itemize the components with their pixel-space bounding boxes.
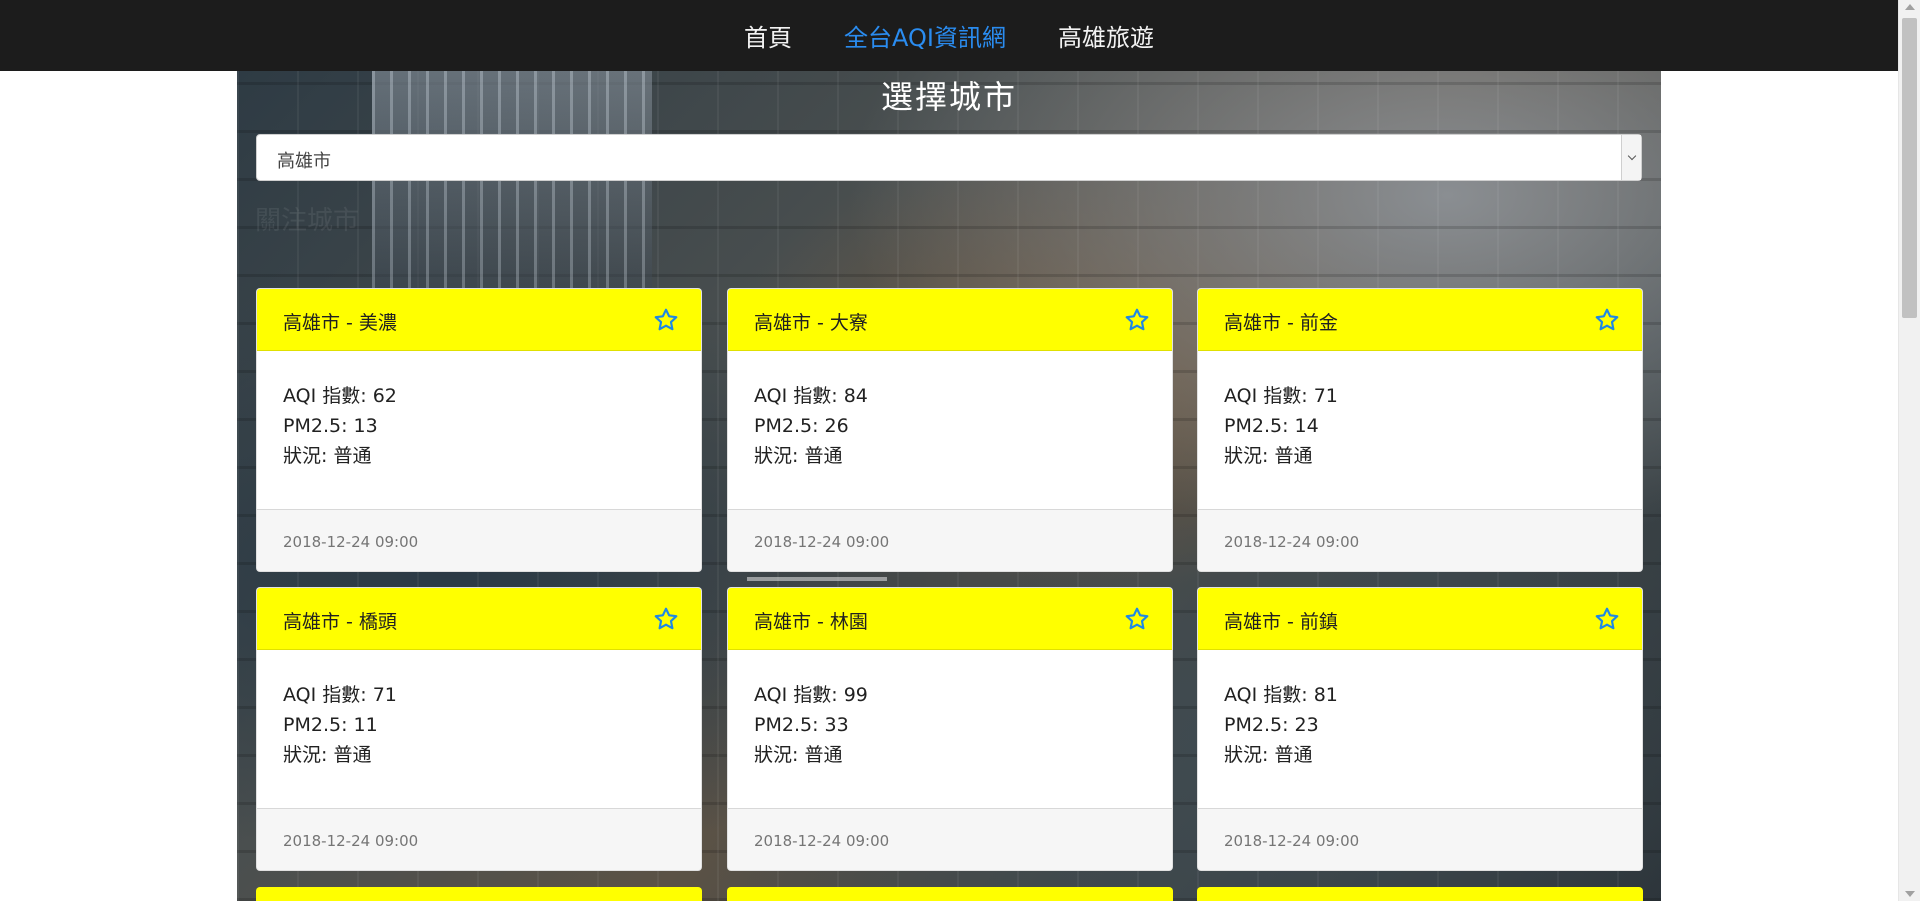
card-body: AQI 指數: 62 PM2.5: 13 狀況: 普通 (257, 351, 701, 511)
top-navbar: 首頁 全台AQI資訊網 高雄旅遊 (0, 0, 1898, 71)
star-outline-icon[interactable] (1594, 307, 1620, 333)
card-title: 高雄市 - 前鎮 (1224, 611, 1338, 633)
scroll-thumb[interactable] (1902, 18, 1917, 318)
station-card: 高雄市 - 前鎮 AQI 指數: 81 PM2.5: 23 狀況: 普通 201… (1197, 587, 1643, 871)
station-card: 高雄市 - 橋頭 AQI 指數: 71 PM2.5: 11 狀況: 普通 201… (256, 587, 702, 871)
station-card: 高雄市 - 林園 AQI 指數: 99 PM2.5: 33 狀況: 普通 201… (727, 587, 1173, 871)
card-header: 高雄市 - 前鎮 (1198, 588, 1642, 650)
card-body: AQI 指數: 71 PM2.5: 14 狀況: 普通 (1198, 351, 1642, 511)
card-title: 高雄市 - 橋頭 (283, 611, 397, 633)
station-card: 高雄市 - 美濃 AQI 指數: 62 PM2.5: 13 狀況: 普通 201… (256, 288, 702, 572)
chevron-down-icon (1627, 151, 1636, 161)
card-body: AQI 指數: 81 PM2.5: 23 狀況: 普通 (1198, 650, 1642, 810)
station-card-peek (256, 887, 702, 901)
pm25-value: PM2.5: 23 (1224, 714, 1319, 736)
scroll-up-arrow-icon[interactable] (1905, 4, 1915, 10)
aqi-value: AQI 指數: 84 (754, 385, 868, 407)
card-header: 高雄市 - 大寮 (728, 289, 1172, 351)
card-timestamp: 2018-12-24 09:00 (283, 533, 419, 551)
card-body: AQI 指數: 84 PM2.5: 26 狀況: 普通 (728, 351, 1172, 511)
scroll-down-arrow-icon[interactable] (1905, 891, 1915, 897)
nav-home-link[interactable]: 首頁 (744, 18, 792, 53)
aqi-value: AQI 指數: 71 (283, 684, 397, 706)
status-value: 狀況: 普通 (754, 744, 843, 766)
station-card-peek (1197, 887, 1643, 901)
card-title: 高雄市 - 前金 (1224, 312, 1338, 334)
card-timestamp: 2018-12-24 09:00 (1224, 832, 1360, 850)
card-timestamp: 2018-12-24 09:00 (754, 832, 890, 850)
page-title: 選擇城市 (880, 78, 1017, 116)
ghost-section-label: 關注城市 (255, 206, 360, 236)
card-body: AQI 指數: 71 PM2.5: 11 狀況: 普通 (257, 650, 701, 810)
select-dropdown-button[interactable] (1621, 135, 1641, 180)
station-card: 高雄市 - 大寮 AQI 指數: 84 PM2.5: 26 狀況: 普通 201… (727, 288, 1173, 572)
station-card: 高雄市 - 前金 AQI 指數: 71 PM2.5: 14 狀況: 普通 201… (1197, 288, 1643, 572)
card-header: 高雄市 - 前金 (1198, 289, 1642, 351)
star-outline-icon[interactable] (1124, 307, 1150, 333)
star-outline-icon[interactable] (1594, 606, 1620, 632)
page-scrollbar[interactable] (1898, 0, 1920, 901)
card-timestamp: 2018-12-24 09:00 (283, 832, 419, 850)
aqi-value: AQI 指數: 99 (754, 684, 868, 706)
card-header: 高雄市 - 林園 (728, 588, 1172, 650)
star-outline-icon[interactable] (1124, 606, 1150, 632)
nav-travel-link[interactable]: 高雄旅遊 (1058, 18, 1154, 53)
status-value: 狀況: 普通 (283, 744, 372, 766)
city-select[interactable]: 高雄市 (256, 134, 1642, 181)
card-footer: 2018-12-24 09:00 (728, 509, 1172, 571)
pm25-value: PM2.5: 14 (1224, 415, 1319, 437)
card-footer: 2018-12-24 09:00 (257, 808, 701, 870)
card-title: 高雄市 - 美濃 (283, 312, 397, 334)
card-footer: 2018-12-24 09:00 (1198, 808, 1642, 870)
card-title: 高雄市 - 林園 (754, 611, 868, 633)
status-value: 狀況: 普通 (283, 445, 372, 467)
card-footer: 2018-12-24 09:00 (1198, 509, 1642, 571)
card-body: AQI 指數: 99 PM2.5: 33 狀況: 普通 (728, 650, 1172, 810)
card-timestamp: 2018-12-24 09:00 (754, 533, 890, 551)
pm25-value: PM2.5: 33 (754, 714, 849, 736)
pm25-value: PM2.5: 11 (283, 714, 378, 736)
aqi-value: AQI 指數: 71 (1224, 385, 1338, 407)
star-outline-icon[interactable] (653, 606, 679, 632)
card-title: 高雄市 - 大寮 (754, 312, 868, 334)
card-header: 高雄市 - 橋頭 (257, 588, 701, 650)
card-footer: 2018-12-24 09:00 (728, 808, 1172, 870)
card-timestamp: 2018-12-24 09:00 (1224, 533, 1360, 551)
station-card-peek (727, 887, 1173, 901)
aqi-value: AQI 指數: 81 (1224, 684, 1338, 706)
card-footer: 2018-12-24 09:00 (257, 509, 701, 571)
nav-aqi-link[interactable]: 全台AQI資訊網 (844, 18, 1006, 53)
pm25-value: PM2.5: 13 (283, 415, 378, 437)
card-header: 高雄市 - 美濃 (257, 289, 701, 351)
star-outline-icon[interactable] (653, 307, 679, 333)
city-select-value: 高雄市 (277, 151, 331, 172)
status-value: 狀況: 普通 (754, 445, 843, 467)
status-value: 狀況: 普通 (1224, 744, 1313, 766)
pm25-value: PM2.5: 26 (754, 415, 849, 437)
status-value: 狀況: 普通 (1224, 445, 1313, 467)
aqi-value: AQI 指數: 62 (283, 385, 397, 407)
